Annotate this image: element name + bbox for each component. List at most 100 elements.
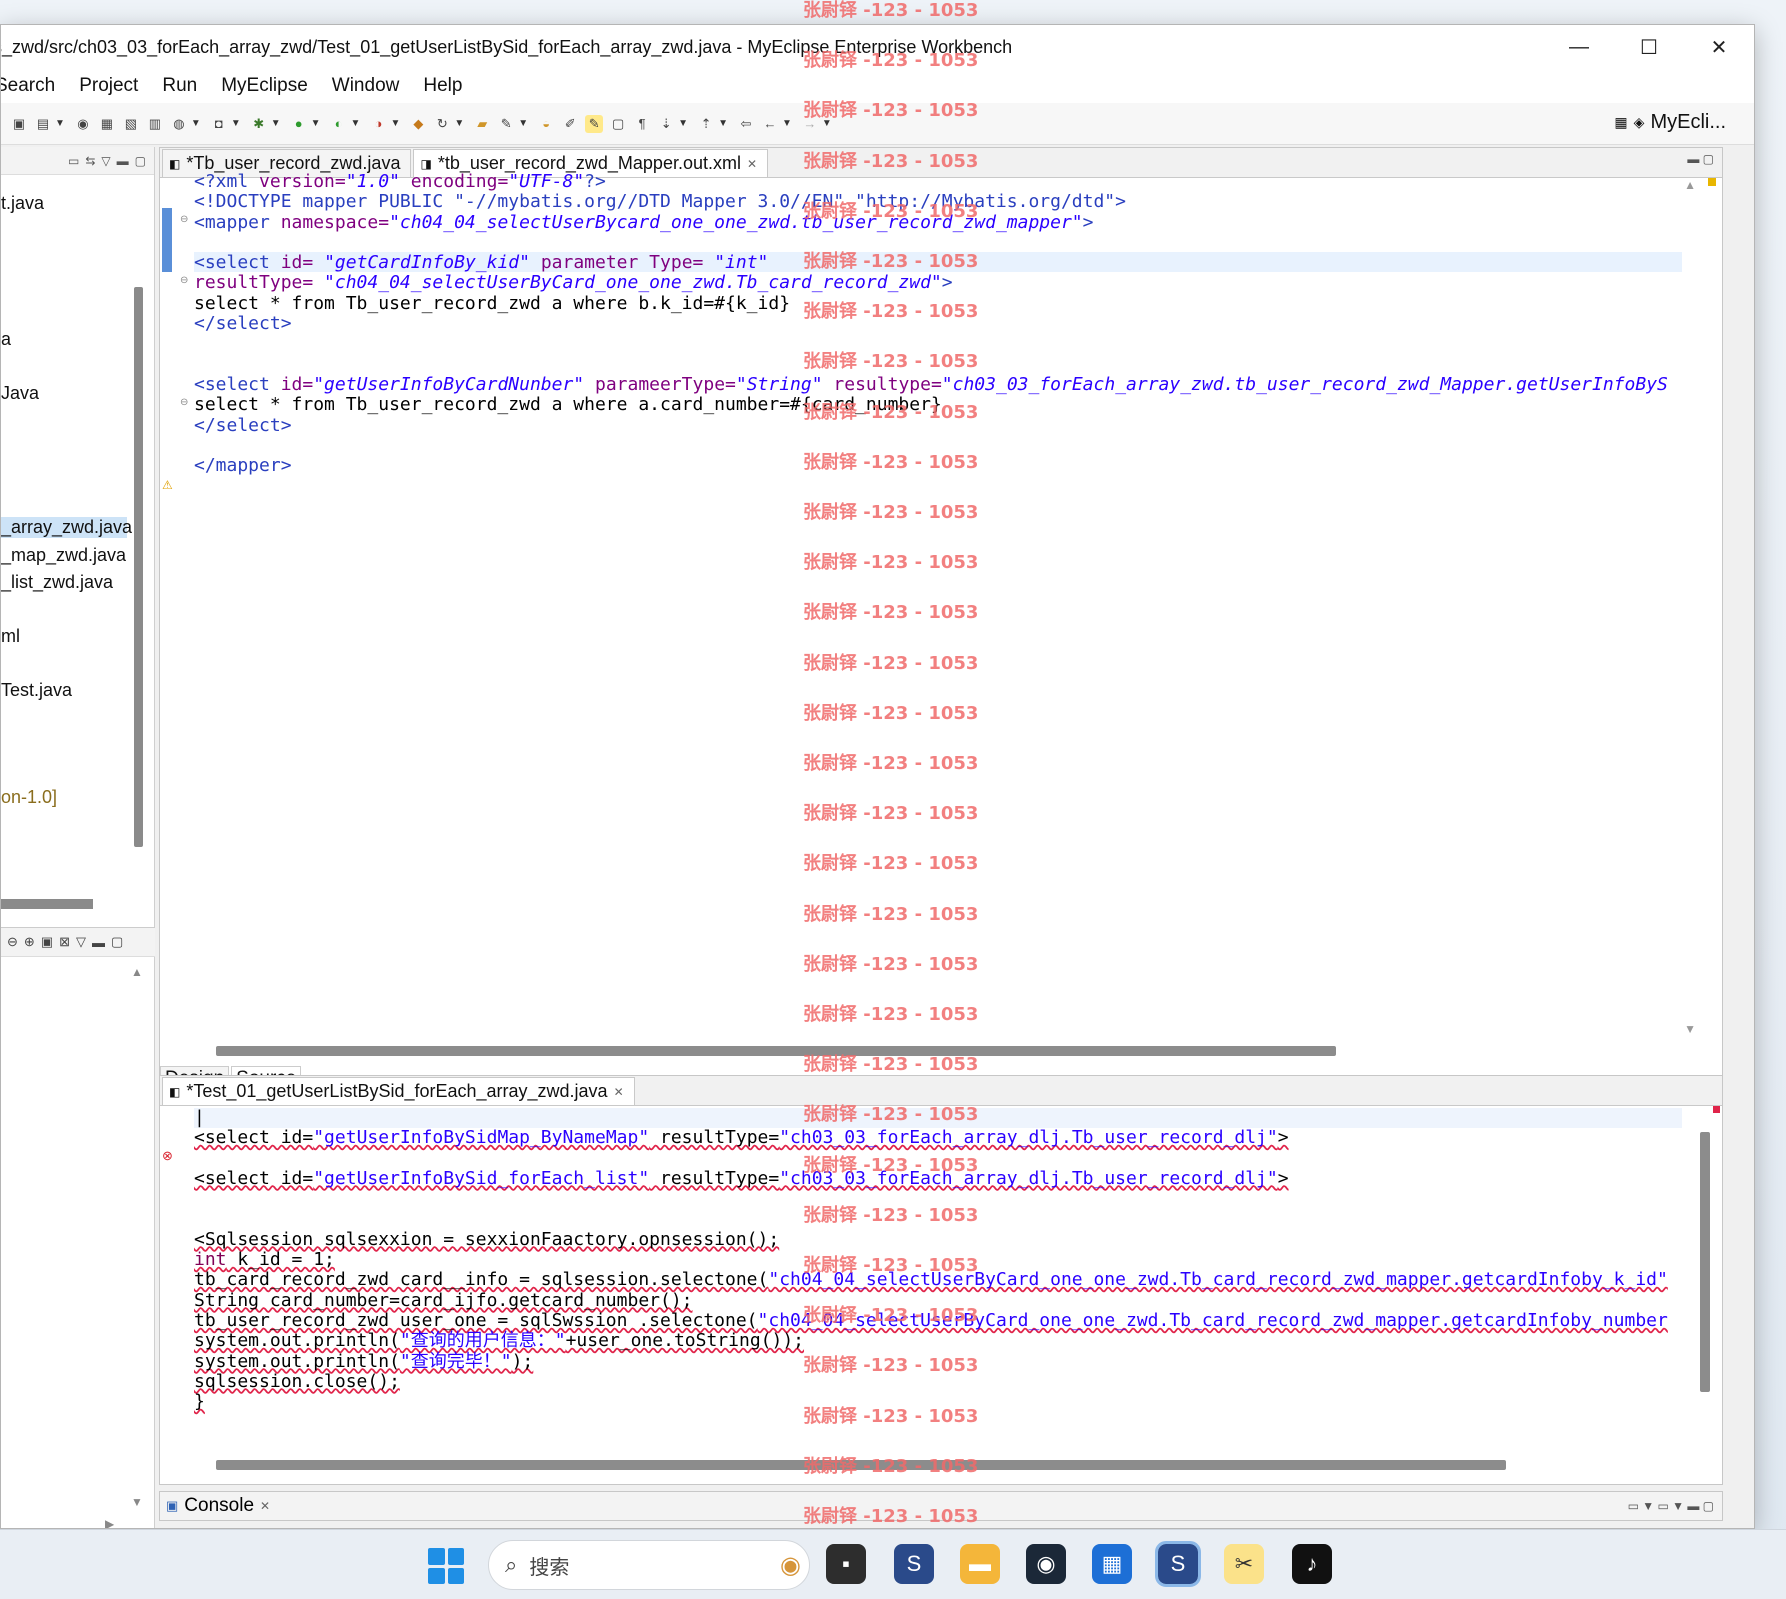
back-icon[interactable]: ← — [761, 115, 779, 133]
terminal-icon[interactable]: ▪ — [826, 1544, 866, 1584]
next-annotation-icon[interactable]: ⇣ — [657, 115, 675, 133]
server-icon[interactable]: ▥ — [146, 115, 164, 133]
menu-help[interactable]: Help — [411, 75, 474, 97]
horizontal-scrollbar[interactable] — [216, 1460, 1506, 1470]
fold-icon[interactable]: ⊖ — [180, 275, 188, 286]
block-select-icon[interactable]: ▢ — [609, 115, 627, 133]
wand-icon[interactable]: ✎ — [497, 115, 515, 133]
maximize-view-icon[interactable]: ▢ — [111, 934, 123, 950]
tree-item[interactable]: a — [1, 329, 11, 350]
globe-icon[interactable]: ◉ — [74, 115, 92, 133]
tree-item[interactable]: t.java — [1, 193, 44, 214]
tree-item[interactable]: on-1.0] — [1, 787, 57, 808]
fold-icon[interactable]: ⊖ — [180, 214, 188, 225]
paragraph-icon[interactable]: ¶ — [633, 115, 651, 133]
error-marker[interactable] — [1713, 1106, 1720, 1113]
tree-item[interactable]: Java — [1, 383, 39, 404]
menu-run[interactable]: Run — [150, 75, 209, 97]
forward-icon[interactable]: → — [801, 115, 819, 133]
tree-item[interactable]: ml — [1, 626, 20, 647]
debug-icon[interactable]: ✱ — [250, 115, 268, 133]
tree-item[interactable]: _map_zwd.java — [1, 545, 126, 566]
menu-myeclipse[interactable]: MyEclipse — [209, 75, 320, 97]
chevron-down-icon[interactable]: ▼ — [782, 118, 792, 129]
annotation-icon[interactable]: ✐ — [561, 115, 579, 133]
minimize-button[interactable]: — — [1544, 25, 1614, 69]
highlight-icon[interactable]: ✎ — [585, 114, 604, 133]
editor-minmax[interactable]: ▬ ▢ — [1687, 152, 1714, 166]
scroll-down-icon[interactable]: ▼ — [1684, 1022, 1696, 1036]
collapse-all-icon[interactable]: ▭ — [68, 154, 79, 168]
tree-item-selected[interactable]: _array_zwd.java — [1, 517, 132, 538]
store-icon[interactable]: ▦ — [1092, 1544, 1132, 1584]
steam-icon[interactable]: ◉ — [1026, 1544, 1066, 1584]
scroll-up-icon[interactable]: ▲ — [131, 965, 143, 979]
scroll-up-icon[interactable]: ▲ — [1684, 178, 1696, 192]
chevron-down-icon[interactable]: ▼ — [55, 118, 65, 129]
chevron-down-icon[interactable]: ▼ — [718, 118, 728, 129]
myeclipse-taskbar-icon[interactable]: S — [1155, 1541, 1201, 1587]
tree-item[interactable]: Test.java — [1, 680, 72, 701]
open-folder-icon[interactable]: ▰ — [473, 115, 491, 133]
zoom-out-icon[interactable]: ⊖ — [7, 934, 18, 950]
fit-icon[interactable]: ⊠ — [59, 934, 70, 950]
last-edit-icon[interactable]: ⇦ — [737, 115, 755, 133]
new-project-icon[interactable]: ▣ — [10, 115, 28, 133]
taskbar-search[interactable]: ⌕ 搜索 ◉ — [488, 1540, 810, 1590]
menu-project[interactable]: Project — [67, 75, 150, 97]
menu-window[interactable]: Window — [320, 75, 412, 97]
chevron-down-icon[interactable]: ▼ — [271, 118, 281, 129]
view-menu-icon[interactable]: ▽ — [101, 154, 110, 168]
chevron-down-icon[interactable]: ▼ — [822, 118, 832, 129]
fold-icon[interactable]: ⊖ — [180, 397, 188, 408]
zoom-in-icon[interactable]: ⊕ — [24, 934, 35, 950]
chevron-down-icon[interactable]: ▼ — [454, 118, 464, 129]
chevron-down-icon[interactable]: ▼ — [518, 118, 528, 129]
close-tab-icon[interactable]: ✕ — [747, 157, 757, 171]
undeploy-icon[interactable]: ▧ — [122, 115, 140, 133]
chevron-down-icon[interactable]: ▼ — [191, 118, 201, 129]
chevron-down-icon[interactable]: ▼ — [311, 118, 321, 129]
chevron-down-icon[interactable]: ▼ — [351, 118, 361, 129]
eclipse-icon[interactable]: S — [894, 1544, 934, 1584]
close-tab-icon[interactable]: ✕ — [614, 1085, 624, 1099]
menu-search[interactable]: Search — [1, 75, 67, 97]
xml-source[interactable]: <?xml version="1.0" encoding="UTF-8"?> <!… — [194, 171, 1668, 476]
tab-test-java[interactable]: ◧ *Test_01_getUserListBySid_forEach_arra… — [162, 1077, 635, 1105]
maximize-view-icon[interactable]: ▢ — [135, 154, 146, 168]
maximize-button[interactable]: ☐ — [1614, 25, 1684, 69]
vertical-scrollbar[interactable] — [1700, 1132, 1710, 1392]
windows-start-icon[interactable] — [428, 1548, 464, 1584]
tree-item[interactable]: _list_zwd.java — [1, 572, 113, 593]
tiktok-icon[interactable]: ♪ — [1292, 1544, 1332, 1584]
file-explorer-icon[interactable]: ▬ — [960, 1544, 1000, 1584]
console-toolbar[interactable]: ▭ ▼ ▭ ▼ ▬ ▢ — [1628, 1499, 1722, 1513]
vertical-scrollbar[interactable] — [134, 287, 143, 847]
actual-size-icon[interactable]: ▣ — [41, 934, 53, 950]
open-type-icon[interactable]: ◒ — [537, 115, 555, 133]
warning-marker[interactable] — [1708, 178, 1716, 186]
new-package-icon[interactable]: ▤ — [34, 115, 52, 133]
link-editor-icon[interactable]: ⇆ — [85, 154, 95, 168]
coverage-icon[interactable]: ◑ — [369, 115, 387, 133]
server-config-icon[interactable]: ◍ — [170, 115, 188, 133]
chevron-down-icon[interactable]: ▼ — [390, 118, 400, 129]
close-tab-icon[interactable]: ✕ — [260, 1499, 270, 1513]
chevron-down-icon[interactable]: ▼ — [678, 118, 688, 129]
screenshot-icon[interactable]: ◘ — [210, 115, 228, 133]
deploy-icon[interactable]: ▦ — [98, 115, 116, 133]
new-class-icon[interactable]: ◆ — [409, 115, 427, 133]
console-view[interactable]: ▣ Console ✕ ▭ ▼ ▭ ▼ ▬ ▢ — [159, 1491, 1723, 1521]
horizontal-scrollbar[interactable] — [1, 899, 93, 909]
snipping-tool-icon[interactable]: ✂ — [1224, 1544, 1264, 1584]
java-source[interactable]: | <select id="getUserInfoBySidMap_ByNameM… — [194, 1107, 1668, 1412]
run-icon[interactable]: ● — [290, 115, 308, 133]
chevron-down-icon[interactable]: ▼ — [231, 118, 241, 129]
minimize-view-icon[interactable]: ▬ — [92, 935, 105, 950]
close-button[interactable]: ✕ — [1684, 25, 1754, 69]
open-perspective-icon[interactable]: ▦ — [1614, 114, 1627, 131]
perspective-switcher[interactable]: ▦ ◈ MyEcli... — [1614, 111, 1726, 134]
prev-annotation-icon[interactable]: ⇡ — [697, 115, 715, 133]
view-menu-icon[interactable]: ▽ — [76, 934, 86, 950]
refresh-icon[interactable]: ↻ — [433, 115, 451, 133]
